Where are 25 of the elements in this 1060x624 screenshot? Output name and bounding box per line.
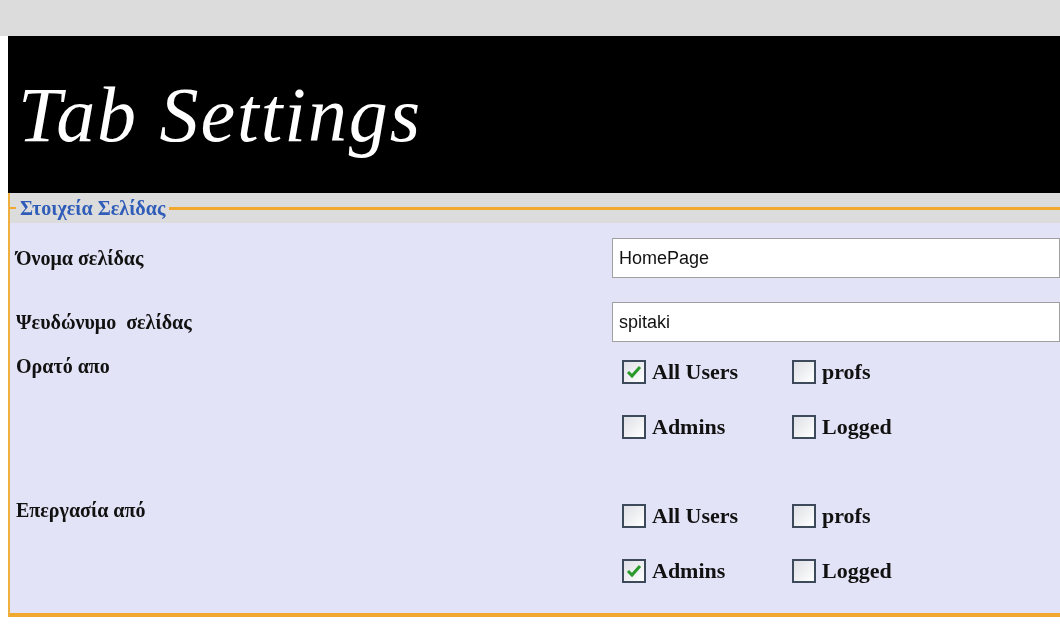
field-label: Όνομα σελίδας	[13, 246, 145, 272]
checkmark-icon	[626, 563, 642, 578]
checkbox-label: Logged	[822, 557, 892, 585]
group-label: Ορατό απο	[15, 354, 111, 380]
checkbox[interactable]	[792, 359, 816, 384]
checkbox-label: All Users	[652, 358, 739, 386]
checkbox-label: Logged	[822, 413, 892, 441]
checkbox[interactable]	[792, 558, 816, 583]
text-field[interactable]: HomePage	[612, 238, 1060, 278]
checkbox-label: All Users	[652, 502, 739, 530]
checkmark-icon	[626, 364, 642, 379]
checkbox-label: profs	[822, 502, 871, 530]
checkbox[interactable]	[792, 414, 816, 439]
checkbox-label: Admins	[652, 413, 726, 441]
checkbox-label: profs	[822, 358, 871, 386]
section-legend: Στοιχεία Σελίδας	[16, 193, 170, 223]
checkbox[interactable]	[622, 503, 646, 528]
checkbox[interactable]	[622, 558, 646, 583]
text-field[interactable]: spitaki	[612, 302, 1060, 342]
checkbox[interactable]	[622, 414, 646, 439]
checkbox[interactable]	[622, 359, 646, 384]
group-label: Επεργασία από	[15, 498, 147, 524]
field-label: Ψευδώνυμο σελίδας	[15, 310, 193, 336]
checkbox[interactable]	[792, 503, 816, 528]
checkbox-label: Admins	[652, 557, 726, 585]
